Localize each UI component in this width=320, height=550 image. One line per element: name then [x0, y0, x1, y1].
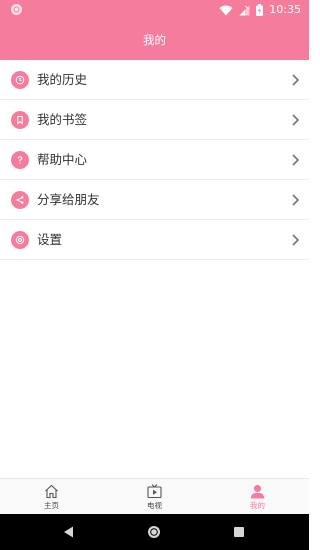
share-icon [11, 191, 29, 209]
app-notification-icon [11, 4, 22, 15]
chevron-right-icon [292, 234, 300, 246]
menu-item-label: 帮助中心 [37, 152, 88, 167]
signal-icon [239, 5, 250, 15]
chevron-right-icon [292, 114, 300, 126]
chevron-right-icon [292, 74, 300, 86]
page-title: 我的 [143, 33, 166, 47]
back-icon[interactable] [60, 523, 78, 541]
tab-label: 主页 [44, 501, 59, 510]
tab-tv[interactable]: 电视 [103, 479, 206, 515]
menu-item-label: 设置 [37, 232, 63, 247]
status-time: 10:35 [269, 3, 301, 16]
menu-item-label: 分享给朋友 [37, 192, 100, 207]
menu-item-label: 我的历史 [37, 72, 88, 87]
tab-label: 我的 [250, 501, 265, 510]
tab-mine[interactable]: 我的 [206, 479, 309, 515]
status-bar: 10:35 [0, 0, 309, 20]
chevron-right-icon [292, 154, 300, 166]
history-icon [11, 71, 29, 89]
menu-item-history[interactable]: 我的历史 [0, 60, 309, 100]
recents-icon[interactable] [230, 523, 248, 541]
app-bar: 我的 [0, 20, 309, 60]
tab-label: 电视 [147, 501, 162, 510]
battery-icon [256, 4, 264, 16]
help-icon [11, 151, 29, 169]
bottom-tab-bar: 主页 电视 我的 [0, 478, 309, 514]
chevron-right-icon [292, 194, 300, 206]
status-icons: 10:35 [219, 2, 301, 18]
person-icon [250, 484, 265, 499]
system-nav-bar [0, 514, 309, 550]
bookmark-icon [11, 111, 29, 129]
menu-list: 我的历史 我的书签 帮助中心 分享给朋友 设置 [0, 60, 309, 260]
wifi-icon [219, 5, 233, 15]
menu-item-help[interactable]: 帮助中心 [0, 140, 309, 180]
home-icon [45, 484, 58, 499]
menu-item-share[interactable]: 分享给朋友 [0, 180, 309, 220]
menu-item-settings[interactable]: 设置 [0, 220, 309, 260]
menu-item-label: 我的书签 [37, 112, 88, 127]
tab-home[interactable]: 主页 [0, 479, 103, 515]
settings-icon [11, 231, 29, 249]
menu-item-bookmarks[interactable]: 我的书签 [0, 100, 309, 140]
tv-icon [147, 484, 162, 499]
home-circle-icon[interactable] [145, 523, 163, 541]
